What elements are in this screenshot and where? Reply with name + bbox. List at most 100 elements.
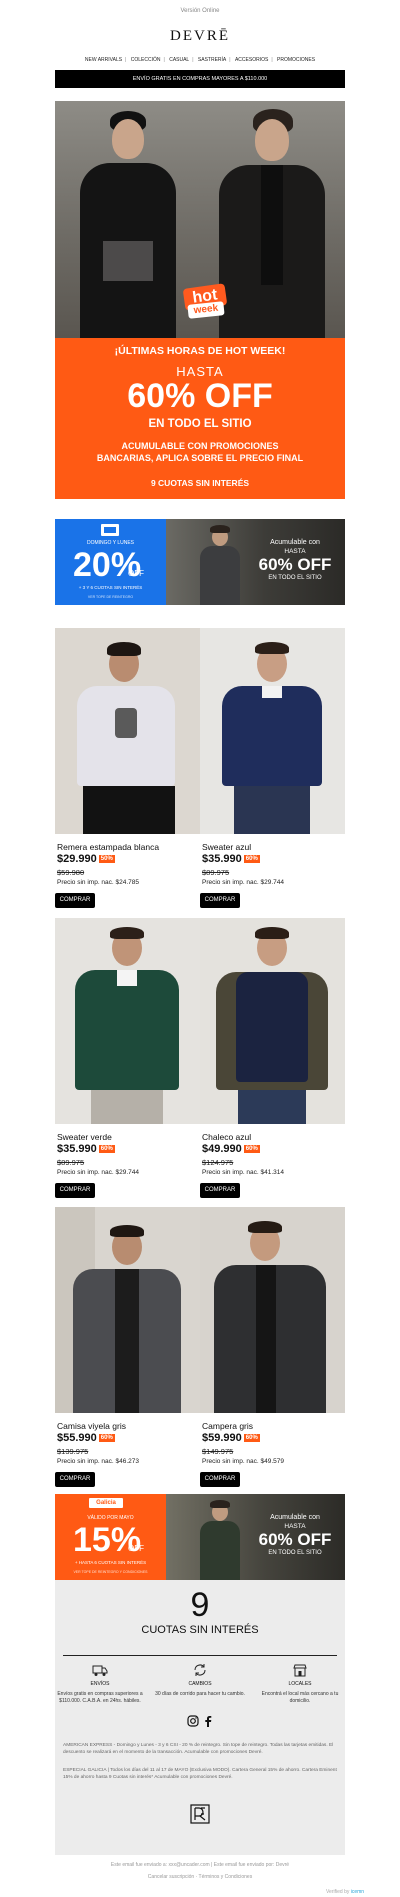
- product-price: $35.990 60%: [57, 1143, 115, 1155]
- devre-monogram-icon[interactable]: [190, 1804, 210, 1824]
- buy-button[interactable]: COMPRAR: [200, 893, 240, 908]
- legal-text-galicia: ESPECIAL GALICIA | Todos los días del 11…: [63, 1768, 337, 1780]
- top-nav: NEW ARRIVALS | COLECCIÓN | CASUAL | SASTRER…: [0, 57, 400, 63]
- benefit-title: ENVÍOS: [90, 1681, 110, 1687]
- banner-model: [196, 524, 244, 605]
- discount-badge: 60%: [98, 1434, 115, 1443]
- free-shipping-bar[interactable]: ENVÍO GRATIS EN COMPRAS MAYORES A $110.0…: [55, 70, 345, 88]
- product-net-price: Precio sin imp. nac. $24.785: [57, 879, 140, 886]
- product-net-price: Precio sin imp. nac. $46.273: [57, 1458, 140, 1465]
- discount-badge: 60%: [98, 1145, 115, 1154]
- discount-text: 60% OFF: [258, 555, 332, 574]
- hasta-text: HASTA: [284, 548, 306, 555]
- product-image[interactable]: [200, 628, 345, 834]
- product-name: Remera estampada blanca: [57, 842, 160, 852]
- hot-week-badge: hot week: [182, 283, 228, 320]
- product-price: $49.990 60%: [202, 1143, 260, 1155]
- footer-unsubscribe-links[interactable]: Cancelar suscripción · Términos y Condic…: [0, 1874, 400, 1880]
- galicia-logo: Galicia: [89, 1498, 123, 1508]
- scope-text: EN TODO EL SITIO: [268, 1550, 322, 1556]
- store-icon: [293, 1664, 307, 1677]
- benefit-envios[interactable]: ENVÍOS Envíos gratis en compras superior…: [55, 1662, 145, 1705]
- scope-text: EN TODO EL SITIO: [268, 575, 322, 581]
- footer-sent-info: Este email fue enviado a: xxx@uncader.co…: [110, 1862, 290, 1868]
- verified-brand[interactable]: icemn: [351, 1889, 364, 1895]
- product-price: $29.990 50%: [57, 853, 115, 865]
- price-value: $29.990: [57, 853, 97, 865]
- product-image[interactable]: [200, 918, 345, 1124]
- product-name: Sweater azul: [202, 842, 252, 852]
- benefit-title: CAMBIOS: [188, 1681, 212, 1687]
- week-label: week: [187, 301, 225, 319]
- price-value: $49.990: [202, 1143, 242, 1155]
- facebook-icon[interactable]: [203, 1715, 213, 1727]
- cuotas-label: CUOTAS SIN INTERÉS: [141, 1624, 259, 1636]
- galicia-bank-banner[interactable]: Galicia VÁLIDO POR MAYO 15% OFF + HASTA …: [55, 1494, 345, 1580]
- hero-image[interactable]: hot week: [55, 101, 345, 338]
- product-image[interactable]: [55, 628, 200, 834]
- bank-offer-tope: VER TOPE DE REINTEGRO: [87, 595, 134, 599]
- buy-button[interactable]: COMPRAR: [200, 1472, 240, 1487]
- hot-week-promo[interactable]: ¡ÚLTIMAS HORAS DE HOT WEEK! HASTA 60% OF…: [55, 338, 345, 499]
- verified-prefix: Verified by: [326, 1889, 350, 1895]
- truck-icon: [92, 1665, 108, 1676]
- buy-button[interactable]: COMPRAR: [200, 1183, 240, 1198]
- product-net-price: Precio sin imp. nac. $49.579: [202, 1458, 285, 1465]
- price-value: $59.990: [202, 1432, 242, 1444]
- instagram-icon[interactable]: [187, 1715, 199, 1727]
- promo-acumulable-line-2: BANCARIAS, APLICA SOBRE EL PRECIO FINAL: [96, 453, 304, 463]
- nav-separator: |: [125, 57, 127, 63]
- promo-scope: EN TODO EL SITIO: [148, 418, 252, 430]
- promo-headline: ¡ÚLTIMAS HORAS DE HOT WEEK!: [114, 345, 286, 357]
- buy-button[interactable]: COMPRAR: [55, 893, 95, 908]
- product-price: $35.990 60%: [202, 853, 260, 865]
- amex-logo-icon: [101, 524, 119, 536]
- promo-discount: 60% OFF: [127, 377, 273, 415]
- hasta-text: HASTA: [284, 1523, 306, 1530]
- amex-bank-banner[interactable]: DOMINGO Y LUNES 20% OFF + 3 Y 6 CUOTAS S…: [55, 519, 345, 605]
- banner-model-panel: Acumulable con HASTA 60% OFF EN TODO EL …: [166, 1494, 345, 1580]
- product-image[interactable]: [200, 1207, 345, 1413]
- buy-button[interactable]: COMPRAR: [55, 1183, 95, 1198]
- product-image[interactable]: [55, 918, 200, 1124]
- product-net-price: Precio sin imp. nac. $41.314: [202, 1169, 285, 1176]
- product-image[interactable]: [55, 1207, 200, 1413]
- price-value: $35.990: [202, 853, 242, 865]
- promo-cuotas: 9 CUOTAS SIN INTERÉS: [150, 478, 250, 488]
- exchange-icon: [194, 1664, 206, 1676]
- acumulable-text: Acumulable con: [270, 539, 320, 546]
- benefit-cambios[interactable]: CAMBIOS 30 días de corrido para hacer tu…: [155, 1662, 245, 1698]
- benefit-locales[interactable]: LOCALES Encontrá el local más cercano a …: [255, 1662, 345, 1705]
- product-name: Camisa viyela gris: [57, 1421, 126, 1431]
- product-net-price: Precio sin imp. nac. $29.744: [57, 1169, 140, 1176]
- nav-item-casual[interactable]: CASUAL: [166, 57, 192, 63]
- nav-separator: |: [163, 57, 165, 63]
- banner-model-panel: Acumulable con HASTA 60% OFF EN TODO EL …: [166, 519, 345, 605]
- brand-logo[interactable]: DEVRĒ: [0, 28, 400, 45]
- product-name: Sweater verde: [57, 1132, 112, 1142]
- discount-badge: 60%: [243, 855, 260, 864]
- verified-by: Verified by icemn: [326, 1889, 364, 1895]
- nav-separator: |: [229, 57, 231, 63]
- benefit-desc: Encontrá el local más cercano a tu domic…: [261, 1691, 339, 1704]
- bank-offer-cuotas: + 3 Y 6 CUOTAS SIN INTERÉS: [78, 585, 143, 590]
- nav-item-new-arrivals[interactable]: NEW ARRIVALS: [82, 57, 125, 63]
- bank-offer-percent: 20%: [73, 546, 142, 584]
- nav-item-accesorios[interactable]: ACCESORIOS: [232, 57, 271, 63]
- product-name: Chaleco azul: [202, 1132, 252, 1142]
- nav-item-promociones[interactable]: PROMOCIONES: [274, 57, 318, 63]
- product-old-price: $59.980: [57, 868, 85, 877]
- bank-offer-cuotas: + HASTA 6 CUOTAS SIN INTERÉS: [74, 1560, 147, 1565]
- bank-offer-percent: 15%: [73, 1521, 142, 1559]
- online-version-link[interactable]: Versión Online: [0, 8, 400, 14]
- buy-button[interactable]: COMPRAR: [55, 1472, 95, 1487]
- nav-item-coleccion[interactable]: COLECCIÓN: [128, 57, 164, 63]
- product-old-price: $139.975: [57, 1447, 89, 1456]
- discount-badge: 60%: [243, 1434, 260, 1443]
- acumulable-text: Acumulable con: [270, 1514, 320, 1521]
- benefit-title: LOCALES: [288, 1681, 312, 1687]
- nav-item-sastreria[interactable]: SASTRERÍA: [195, 57, 229, 63]
- social-links: [185, 1715, 215, 1727]
- hero-model-left: [65, 101, 185, 338]
- product-price: $55.990 60%: [57, 1432, 115, 1444]
